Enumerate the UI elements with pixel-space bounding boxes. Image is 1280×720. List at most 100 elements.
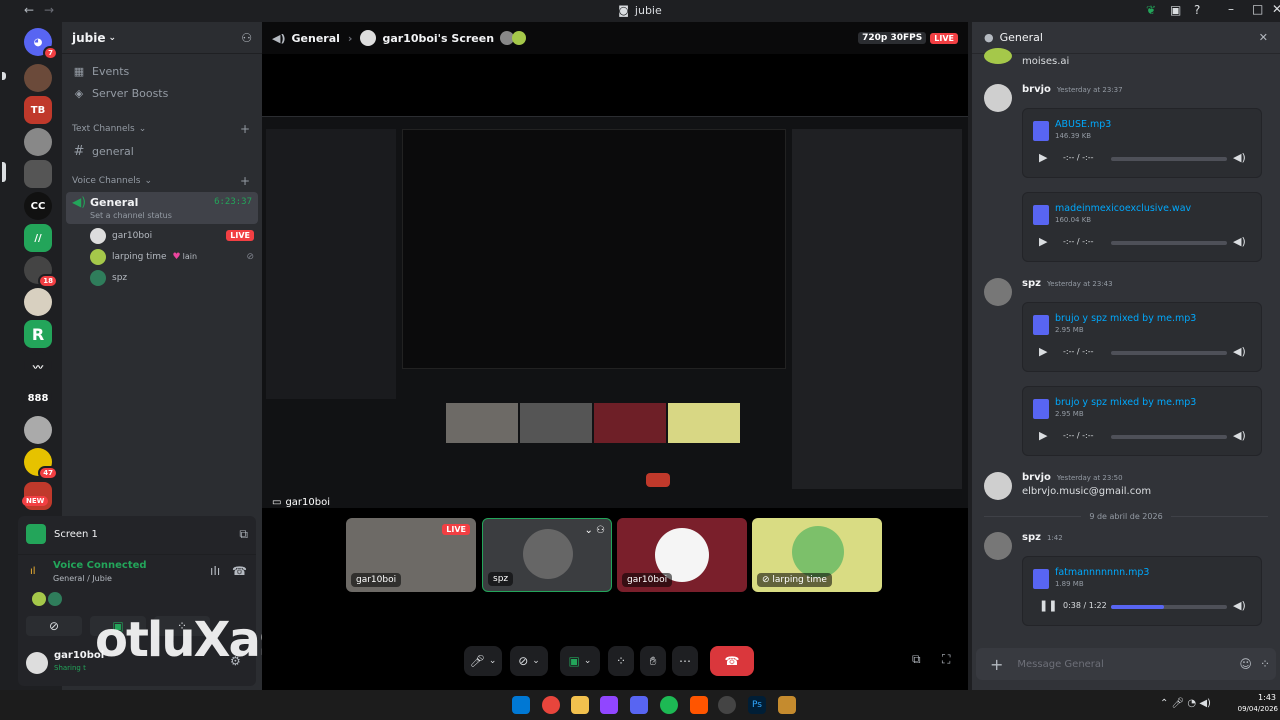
- add-channel-icon[interactable]: +: [240, 174, 250, 188]
- apps-icon[interactable]: ⁘: [1260, 657, 1270, 671]
- spotify-icon[interactable]: [660, 696, 678, 714]
- help-icon[interactable]: ?: [1194, 3, 1200, 17]
- audio-progress[interactable]: [1111, 435, 1227, 439]
- steam-icon[interactable]: [718, 696, 736, 714]
- channel-general-text[interactable]: # general: [62, 140, 262, 162]
- share-screen-button[interactable]: ▣ ⌄: [560, 646, 600, 676]
- add-channel-icon[interactable]: +: [240, 122, 250, 136]
- play-icon[interactable]: ▶: [1039, 151, 1047, 164]
- server-icon[interactable]: [24, 416, 52, 444]
- screen-title[interactable]: gar10boi's Screen: [382, 32, 494, 45]
- photoshop-icon[interactable]: Ps: [748, 696, 766, 714]
- minimize-icon[interactable]: –: [1228, 2, 1234, 16]
- emoji-icon[interactable]: ☺: [1239, 657, 1252, 671]
- volume-icon[interactable]: ◀): [1233, 345, 1246, 358]
- audio-attachment[interactable]: ABUSE.mp3 146.39 KB ▶ -:-- / -:-- ◀): [1022, 108, 1262, 178]
- participant-tile[interactable]: LIVE gar10boi: [346, 518, 476, 592]
- mic-button[interactable]: 🎤︎ ⌄: [464, 646, 502, 676]
- avatar[interactable]: [984, 532, 1012, 560]
- server-icon[interactable]: TB: [24, 96, 52, 124]
- noise-suppression-icon[interactable]: ıIı: [210, 564, 220, 578]
- audio-attachment[interactable]: fatmannnnnnn.mp3 1.89 MB ❚❚ 0:38 / 1:22 …: [1022, 556, 1262, 626]
- participant-tile[interactable]: gar10boi: [617, 518, 747, 592]
- app-icon[interactable]: [778, 696, 796, 714]
- volume-icon[interactable]: ◀): [1233, 235, 1246, 248]
- voice-channel-general[interactable]: ◀) General 6:23:37 Set a channel status: [66, 192, 258, 224]
- server-icon[interactable]: [24, 288, 52, 316]
- maximize-icon[interactable]: □: [1252, 2, 1263, 16]
- more-button[interactable]: ⋯: [672, 646, 698, 676]
- avatar[interactable]: [984, 278, 1012, 306]
- twitch-icon[interactable]: [600, 696, 618, 714]
- audio-attachment[interactable]: brujo y spz mixed by me.mp3 2.95 MB ▶ -:…: [1022, 302, 1262, 372]
- popout-icon[interactable]: ⧉: [239, 527, 248, 542]
- app-icon[interactable]: [690, 696, 708, 714]
- add-member-icon[interactable]: ⚇: [241, 31, 252, 45]
- audio-attachment[interactable]: brujo y spz mixed by me.mp3 2.95 MB ▶ -:…: [1022, 386, 1262, 456]
- guild-header[interactable]: jubie ⌄ ⚇: [62, 22, 262, 54]
- channel-status[interactable]: Set a channel status: [90, 211, 172, 220]
- category-text[interactable]: Text Channels ⌄ +: [62, 120, 262, 138]
- home-button[interactable]: ◕ 7: [24, 28, 58, 60]
- category-voice[interactable]: Voice Channels ⌄ +: [62, 172, 262, 190]
- voice-location[interactable]: General / Jubie: [53, 574, 112, 583]
- volume-icon[interactable]: ◀): [1233, 151, 1246, 164]
- voice-user[interactable]: spz: [62, 267, 262, 288]
- stream-video[interactable]: ▭ gar10boi: [262, 116, 968, 508]
- audio-progress[interactable]: [1111, 605, 1227, 609]
- server-icon[interactable]: 18: [24, 256, 58, 288]
- screen-share-row[interactable]: Screen 1 ⧉: [26, 524, 248, 544]
- pause-icon[interactable]: ❚❚: [1039, 599, 1057, 612]
- server-icon[interactable]: [24, 128, 52, 156]
- server-icon[interactable]: CC: [24, 192, 52, 220]
- voice-user[interactable]: gar10boi LIVE: [62, 225, 262, 246]
- volume-icon[interactable]: ◀): [1233, 599, 1246, 612]
- server-icon[interactable]: [24, 160, 52, 188]
- avatar[interactable]: [26, 652, 48, 674]
- avatar[interactable]: [984, 48, 1012, 64]
- folder-icon[interactable]: [571, 696, 589, 714]
- avatar[interactable]: [984, 472, 1012, 500]
- disconnect-button[interactable]: ☎: [710, 646, 754, 676]
- server-icon[interactable]: 47: [24, 448, 58, 480]
- nitro-leaf-icon[interactable]: ❦: [1146, 3, 1156, 17]
- start-icon[interactable]: [512, 696, 530, 714]
- close-icon[interactable]: ✕: [1272, 2, 1280, 16]
- tile-menu-icon[interactable]: ⌄ ⚇: [584, 525, 605, 536]
- channel-title[interactable]: General: [292, 32, 340, 45]
- close-icon[interactable]: ✕: [1259, 31, 1268, 44]
- camera-button[interactable]: ⊘ ⌄: [510, 646, 548, 676]
- disconnect-icon[interactable]: ☎: [232, 564, 247, 578]
- play-icon[interactable]: ▶: [1039, 345, 1047, 358]
- audio-progress[interactable]: [1111, 157, 1227, 161]
- sidebar-item-boosts[interactable]: ◈ Server Boosts: [62, 82, 262, 104]
- add-attachment-icon[interactable]: +: [990, 655, 1003, 674]
- camera-off-button[interactable]: ⊘: [26, 616, 82, 636]
- tray-chevron-icon[interactable]: ⌃ 🎤︎ ◔ ◀): [1160, 698, 1211, 709]
- volume-icon[interactable]: ◀): [1233, 429, 1246, 442]
- fullscreen-icon[interactable]: ⛶: [942, 652, 950, 667]
- participant-tile[interactable]: ⊘ larping time: [752, 518, 882, 592]
- avatar[interactable]: [984, 84, 1012, 112]
- play-icon[interactable]: ▶: [1039, 429, 1047, 442]
- server-icon[interactable]: 888: [24, 384, 52, 412]
- activities-button[interactable]: ⁘: [608, 646, 634, 676]
- soundboard-button[interactable]: ✋︎: [640, 646, 666, 676]
- server-icon[interactable]: 〰: [24, 352, 52, 380]
- voice-status[interactable]: Voice Connected: [53, 560, 147, 571]
- discord-icon[interactable]: [630, 696, 648, 714]
- play-icon[interactable]: ▶: [1039, 235, 1047, 248]
- message-input[interactable]: + Message General ☺ ⁘: [976, 648, 1276, 680]
- chrome-icon[interactable]: [542, 696, 560, 714]
- inbox-icon[interactable]: ▣: [1170, 3, 1181, 17]
- audio-progress[interactable]: [1111, 241, 1227, 245]
- server-icon[interactable]: R: [24, 320, 52, 348]
- clock[interactable]: 1:43: [1238, 693, 1276, 702]
- server-icon[interactable]: [24, 64, 52, 92]
- audio-attachment[interactable]: madeinmexicoexclusive.wav 160.04 KB ▶ -:…: [1022, 192, 1262, 262]
- audio-progress[interactable]: [1111, 351, 1227, 355]
- participant-tile[interactable]: spz ⌄ ⚇: [482, 518, 612, 592]
- sidebar-item-events[interactable]: ▦ Events: [62, 60, 262, 82]
- server-icon[interactable]: //: [24, 224, 52, 252]
- popout-icon[interactable]: ⧉: [912, 652, 921, 667]
